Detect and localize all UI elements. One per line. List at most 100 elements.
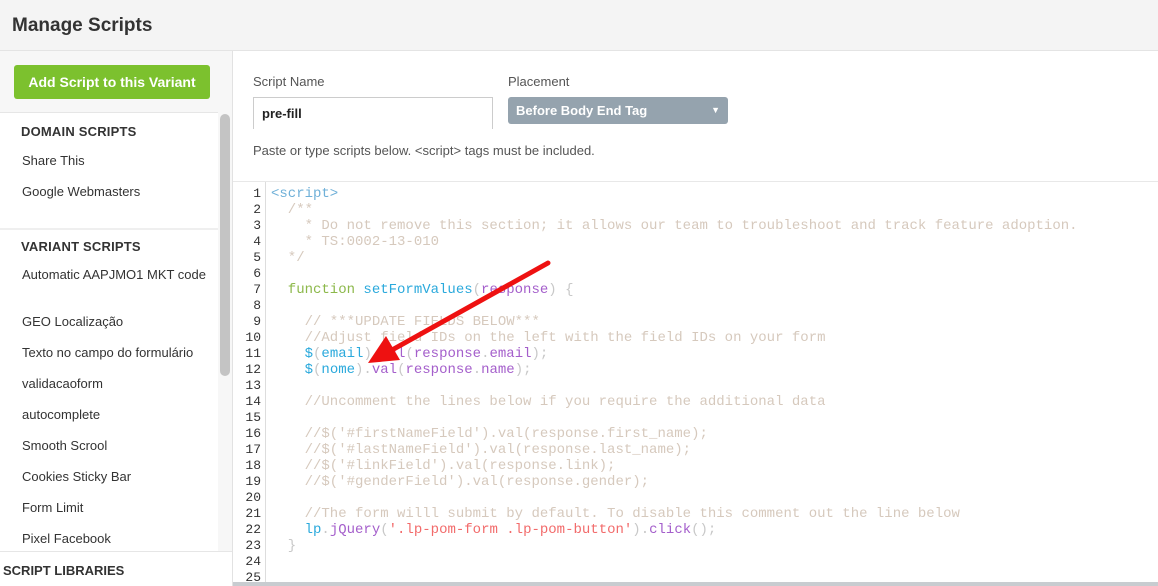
- code-token-punc: ).: [355, 362, 372, 378]
- code-line: //$('#genderField').val(response.gender)…: [271, 474, 1078, 490]
- code-token-prop: response: [481, 282, 549, 298]
- code-token-var: $: [271, 346, 314, 362]
- header: Manage Scripts: [0, 0, 1158, 51]
- code-token-prop: jQuery: [329, 522, 381, 538]
- line-number: 3: [253, 218, 261, 233]
- code-token-comment: //$('#firstNameField').val(response.firs…: [271, 426, 708, 442]
- code-token-comment: */: [271, 250, 305, 266]
- code-line: $(email).val(response.email);: [271, 346, 1078, 362]
- code-token-prop: val: [371, 362, 398, 378]
- code-token-comment: // ***UPDATE FIELDS BELOW***: [271, 314, 540, 330]
- script-name-label: Script Name: [253, 74, 325, 89]
- list-item[interactable]: Texto no campo do formulário: [22, 345, 217, 361]
- line-number: 24: [245, 554, 261, 569]
- code-token-comment: //$('#linkField').val(response.link);: [271, 458, 616, 474]
- code-content[interactable]: <script> /** * Do not remove this sectio…: [271, 186, 1078, 586]
- code-token-prop: response: [413, 346, 482, 362]
- code-token-punc: ) {: [548, 282, 574, 298]
- add-script-button[interactable]: Add Script to this Variant: [14, 65, 210, 99]
- code-line: //$('#lastNameField').val(response.last_…: [271, 442, 1078, 458]
- line-number: 12: [245, 362, 261, 377]
- code-line: */: [271, 250, 1078, 266]
- code-line: function setFormValues(response) {: [271, 282, 1078, 298]
- list-item[interactable]: Google Webmasters: [22, 184, 217, 200]
- code-line: }: [271, 538, 1078, 554]
- horizontal-scrollbar[interactable]: [233, 582, 1158, 586]
- list-item[interactable]: Pixel Facebook: [22, 531, 217, 547]
- list-item[interactable]: GEO Localização: [22, 314, 217, 330]
- list-item[interactable]: validacaoform: [22, 376, 217, 392]
- list-item[interactable]: Automatic AAPJMO1 MKT code: [22, 267, 217, 283]
- code-token-fn: setFormValues: [363, 282, 473, 298]
- code-token-punc: (: [472, 282, 482, 298]
- list-item[interactable]: Form Limit: [22, 500, 217, 516]
- code-token-comment: * Do not remove this section; it allows …: [271, 218, 1078, 234]
- code-token-punc: (: [405, 346, 414, 362]
- line-number: 5: [253, 250, 261, 265]
- placement-value: Before Body End Tag: [516, 103, 648, 118]
- code-token-comment: //$('#lastNameField').val(response.last_…: [271, 442, 692, 458]
- line-number: 21: [245, 506, 261, 521]
- line-number: 14: [245, 394, 261, 409]
- code-token-prop: response: [405, 362, 473, 378]
- code-token-tag: <script>: [271, 186, 339, 202]
- line-number: 4: [253, 234, 261, 249]
- list-item[interactable]: Cookies Sticky Bar: [22, 469, 217, 485]
- code-line: /**: [271, 202, 1078, 218]
- chevron-down-icon: ▼: [711, 105, 720, 115]
- list-item[interactable]: autocomplete: [22, 407, 217, 423]
- line-number: 1: [253, 186, 261, 201]
- code-line: * TS:0002-13-010: [271, 234, 1078, 250]
- code-line: * Do not remove this section; it allows …: [271, 218, 1078, 234]
- code-token-punc: );: [531, 346, 549, 362]
- code-token-punc: .: [321, 522, 330, 538]
- divider: [0, 228, 218, 230]
- code-token-punc: );: [514, 362, 532, 378]
- domain-scripts-header: DOMAIN SCRIPTS: [21, 124, 137, 139]
- line-number: 16: [245, 426, 261, 441]
- code-token-punc: ();: [691, 522, 717, 538]
- line-number: 22: [245, 522, 261, 537]
- code-token-comment: //The form willl submit by default. To d…: [271, 506, 960, 522]
- variant-scripts-header: VARIANT SCRIPTS: [21, 239, 141, 254]
- code-token-punc: ).: [632, 522, 650, 538]
- line-number: 7: [253, 282, 261, 297]
- code-line: //$('#firstNameField').val(response.firs…: [271, 426, 1078, 442]
- script-name-input[interactable]: [253, 97, 493, 129]
- code-line: //Adjust field IDs on the left with the …: [271, 330, 1078, 346]
- code-token-var: email: [321, 346, 364, 362]
- page-title: Manage Scripts: [12, 15, 153, 36]
- code-token-punc: }: [271, 538, 297, 554]
- line-number: 10: [245, 330, 261, 345]
- line-number: 20: [245, 490, 261, 505]
- line-number: 13: [245, 378, 261, 393]
- line-number: 18: [245, 458, 261, 473]
- code-line: lp.jQuery('.lp-pom-form .lp-pom-button')…: [271, 522, 1078, 538]
- script-list: DOMAIN SCRIPTS Share This Google Webmast…: [0, 112, 218, 551]
- line-number: 15: [245, 410, 261, 425]
- code-line: //Uncomment the lines below if you requi…: [271, 394, 1078, 410]
- script-editor-panel: Script Name Placement Before Body End Ta…: [233, 51, 1158, 586]
- code-line: <script>: [271, 186, 1078, 202]
- code-token-punc: .: [472, 362, 482, 378]
- code-token-comment: /**: [271, 202, 314, 218]
- list-item[interactable]: Share This: [22, 153, 217, 169]
- sidebar: Add Script to this Variant DOMAIN SCRIPT…: [0, 51, 233, 586]
- script-libraries-header: SCRIPT LIBRARIES: [3, 563, 125, 578]
- line-number: 9: [253, 314, 261, 329]
- code-token-kw: function: [271, 282, 364, 298]
- code-token-punc: ).: [363, 346, 381, 362]
- code-editor[interactable]: 1 2 3 4 5 6 7 8 9 10 11 12 13 14 15 16 17 18 19 20 21 22 23 24 2…: [233, 181, 1158, 586]
- line-number: 19: [245, 474, 261, 489]
- code-token-var: lp: [271, 522, 322, 538]
- sidebar-scrollbar[interactable]: [220, 114, 230, 376]
- line-number: 8: [253, 298, 261, 313]
- script-libraries-section[interactable]: SCRIPT LIBRARIES: [0, 551, 232, 586]
- list-item[interactable]: Smooth Scrool: [22, 438, 217, 454]
- code-token-str: '.lp-pom-form .lp-pom-button': [388, 522, 633, 538]
- placement-select[interactable]: Before Body End Tag ▼: [508, 97, 728, 124]
- help-text: Paste or type scripts below. <script> ta…: [253, 143, 595, 158]
